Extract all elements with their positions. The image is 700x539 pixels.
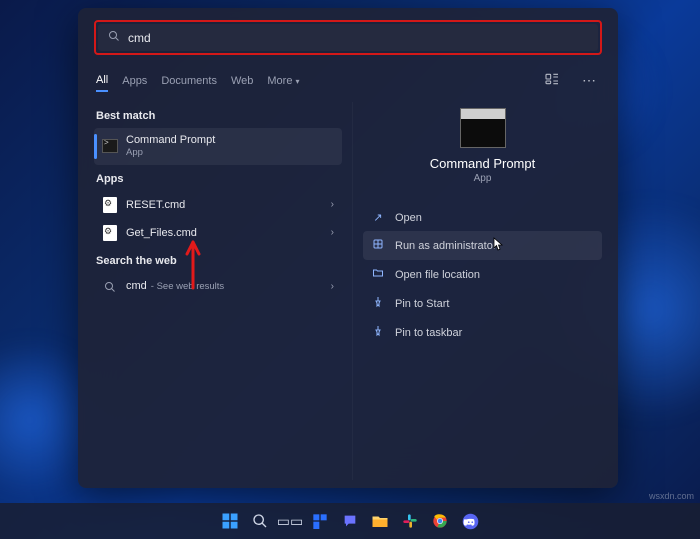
command-prompt-large-icon	[460, 108, 506, 148]
more-options-icon[interactable]: ⋯	[578, 70, 600, 91]
best-match-item[interactable]: Command Prompt App	[94, 128, 342, 165]
chevron-down-icon: ▾	[295, 77, 299, 86]
web-result-item[interactable]: cmd - See web results ›	[94, 273, 342, 301]
chrome-icon[interactable]	[428, 509, 452, 533]
section-search-web: Search the web	[96, 255, 342, 267]
section-best-match: Best match	[96, 110, 342, 122]
cmd-file-icon	[102, 197, 118, 213]
command-prompt-icon	[102, 138, 118, 154]
task-view-icon[interactable]: ▭▭	[278, 509, 302, 533]
tab-more[interactable]: More▾	[267, 71, 299, 91]
preview-subtitle: App	[363, 173, 602, 184]
taskbar-search-icon[interactable]	[248, 509, 272, 533]
best-match-subtitle: App	[126, 147, 215, 158]
section-apps: Apps	[96, 173, 342, 185]
search-highlight-box	[94, 20, 602, 55]
account-app-icon[interactable]	[540, 69, 564, 92]
chevron-right-icon: ›	[331, 281, 334, 292]
action-pin-to-start[interactable]: Pin to Start	[363, 289, 602, 318]
filter-tab-row: All Apps Documents Web More▾ ⋯	[94, 65, 602, 92]
action-pin-to-taskbar[interactable]: Pin to taskbar	[363, 318, 602, 347]
action-open[interactable]: ↗ Open	[363, 204, 602, 231]
action-run-as-admin[interactable]: Run as administrator	[363, 231, 602, 260]
preview-pane: Command Prompt App ↗ Open Run as adminis…	[352, 102, 602, 480]
tab-all[interactable]: All	[96, 70, 108, 92]
tab-apps[interactable]: Apps	[122, 71, 147, 91]
results-column: Best match Command Prompt App Apps RESET…	[94, 102, 342, 480]
search-box[interactable]	[98, 24, 598, 51]
tab-web[interactable]: Web	[231, 71, 253, 91]
slack-icon[interactable]	[398, 509, 422, 533]
folder-icon	[371, 267, 385, 282]
start-button[interactable]	[218, 509, 242, 533]
chevron-right-icon: ›	[331, 199, 334, 210]
open-icon: ↗	[371, 211, 385, 224]
app-result-item[interactable]: RESET.cmd ›	[94, 191, 342, 219]
pin-icon	[371, 296, 385, 311]
web-result-hint: - See web results	[151, 281, 224, 292]
taskbar: ▭▭	[0, 503, 700, 539]
search-input[interactable]	[128, 31, 588, 45]
watermark-text: wsxdn.com	[649, 491, 694, 501]
app-result-item[interactable]: Get_Files.cmd ›	[94, 219, 342, 247]
discord-icon[interactable]	[458, 509, 482, 533]
preview-title: Command Prompt	[363, 156, 602, 171]
start-search-panel: All Apps Documents Web More▾ ⋯ Best matc…	[78, 8, 618, 488]
cmd-file-icon	[102, 225, 118, 241]
action-open-file-location[interactable]: Open file location	[363, 260, 602, 289]
pin-icon	[371, 325, 385, 340]
tab-documents[interactable]: Documents	[161, 71, 217, 91]
file-explorer-icon[interactable]	[368, 509, 392, 533]
chat-icon[interactable]	[338, 509, 362, 533]
best-match-title: Command Prompt	[126, 134, 215, 147]
shield-icon	[371, 238, 385, 253]
chevron-right-icon: ›	[331, 227, 334, 238]
search-icon	[108, 30, 120, 45]
search-icon	[102, 279, 118, 295]
widgets-icon[interactable]	[308, 509, 332, 533]
